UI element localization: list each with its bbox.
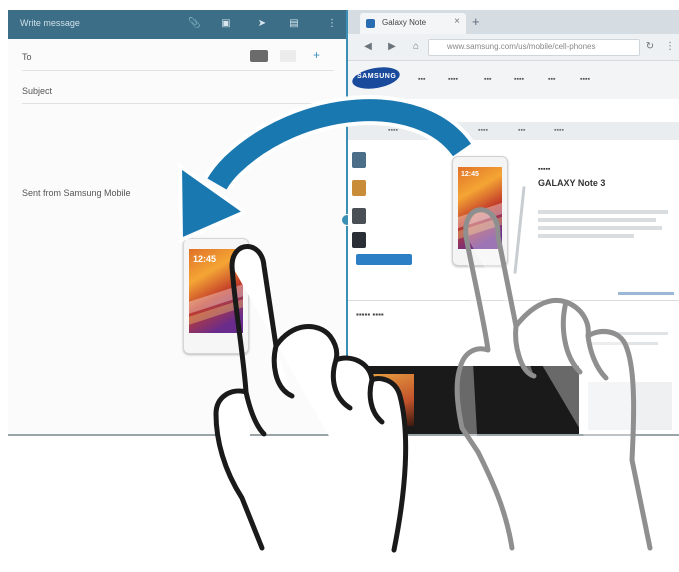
product-thumb[interactable] [352,152,366,168]
phone-screen [458,167,502,249]
brand-wordmark: SAMSUNG [357,73,397,80]
product-desc-line [538,210,668,214]
site-nav-link[interactable]: ▪▪▪ [548,76,555,83]
site-nav-link[interactable]: ▪▪▪ [418,76,425,83]
email-compose-window: Write message 📎 ▣ ➤ ▤ ⋮ To + Subject Sen… [8,10,346,434]
video-thumbnail[interactable] [368,374,414,426]
forward-icon[interactable]: ▶ [386,41,398,53]
subnav-item[interactable]: ▪▪▪ [438,127,445,134]
product-desc-line [538,234,634,238]
browser-tab-bar: Galaxy Note × + [348,10,679,34]
email-signature[interactable]: Sent from Samsung Mobile [22,188,131,198]
product-desc-line [538,226,662,230]
product-title: GALAXY Note 3 [538,178,606,188]
browser-tab[interactable]: Galaxy Note × [360,13,466,34]
video-thumbnail-strip[interactable] [348,366,579,434]
more-icon[interactable]: ⋮ [326,18,338,30]
phone-clock: 12:45 [461,171,479,178]
browser-window: Galaxy Note × + ◀ ▶ ⌂ www.samsung.com/us… [348,10,679,434]
subnav-item[interactable]: ▪▪▪▪ [388,127,398,134]
dragged-phone-image[interactable]: 12:45 [183,238,249,354]
buy-button[interactable] [356,254,412,265]
section-divider [348,300,679,301]
product-thumb[interactable] [352,208,366,224]
contact-picker-chip[interactable] [280,50,296,62]
section-heading: ▪▪▪▪▪ ▪▪▪▪ [356,310,384,319]
to-field-label[interactable]: To [22,52,32,62]
promo-panel [588,382,672,430]
site-nav-link[interactable]: ▪▪▪▪ [514,76,524,83]
subnav-item[interactable]: ▪▪▪▪ [478,127,488,134]
refresh-icon[interactable]: ↻ [644,41,656,53]
site-nav-link[interactable]: ▪▪▪▪ [580,76,590,83]
url-text: www.samsung.com/us/mobile/cell-phones [447,42,596,51]
text-line [588,342,658,345]
add-recipient-icon[interactable]: + [313,48,320,62]
screen: Write message 📎 ▣ ➤ ▤ ⋮ To + Subject Sen… [8,10,679,436]
product-thumb[interactable] [352,232,366,248]
product-subnav: ▪▪▪▪ ▪▪▪ ▪▪▪▪ ▪▪▪ ▪▪▪▪ [348,122,679,140]
site-header: SAMSUNG ▪▪▪ ▪▪▪▪ ▪▪▪ ▪▪▪▪ ▪▪▪ ▪▪▪▪ [348,61,679,99]
product-thumb[interactable] [352,180,366,196]
site-nav-link[interactable]: ▪▪▪ [484,76,491,83]
divider-line [22,103,334,104]
subnav-item[interactable]: ▪▪▪▪ [554,127,564,134]
attach-icon[interactable]: 📎 [188,18,200,30]
url-field[interactable]: www.samsung.com/us/mobile/cell-phones [428,39,640,56]
back-icon[interactable]: ◀ [362,41,374,53]
url-bar-row: ◀ ▶ ⌂ www.samsung.com/us/mobile/cell-pho… [348,34,679,61]
email-action-bar: Write message 📎 ▣ ➤ ▤ ⋮ [8,10,346,39]
site-nav-link[interactable]: ▪▪▪▪ [448,76,458,83]
email-title: Write message [20,18,80,28]
subnav-item[interactable]: ▪▪▪ [518,127,525,134]
subject-field[interactable]: Subject [22,86,52,96]
phone-product-image[interactable]: 12:45 [452,156,508,266]
send-icon[interactable]: ➤ [256,18,268,30]
favicon-icon [366,19,375,28]
close-tab-icon[interactable]: × [454,16,460,27]
divider-line [22,70,334,71]
phone-clock: 12:45 [193,254,217,264]
see-all-link[interactable] [618,292,674,295]
product-eyebrow: ▪▪▪▪▪ [538,166,551,173]
recipient-chip[interactable] [250,50,268,62]
text-line [588,332,668,335]
s-pen-image [513,186,526,274]
menu-icon[interactable]: ⋮ [664,41,676,53]
camera-icon[interactable]: ▣ [220,18,232,30]
tab-title: Galaxy Note [382,18,427,27]
new-tab-icon[interactable]: + [472,14,480,29]
save-icon[interactable]: ▤ [288,18,300,30]
product-desc-line [538,218,656,222]
home-icon[interactable]: ⌂ [410,41,422,53]
